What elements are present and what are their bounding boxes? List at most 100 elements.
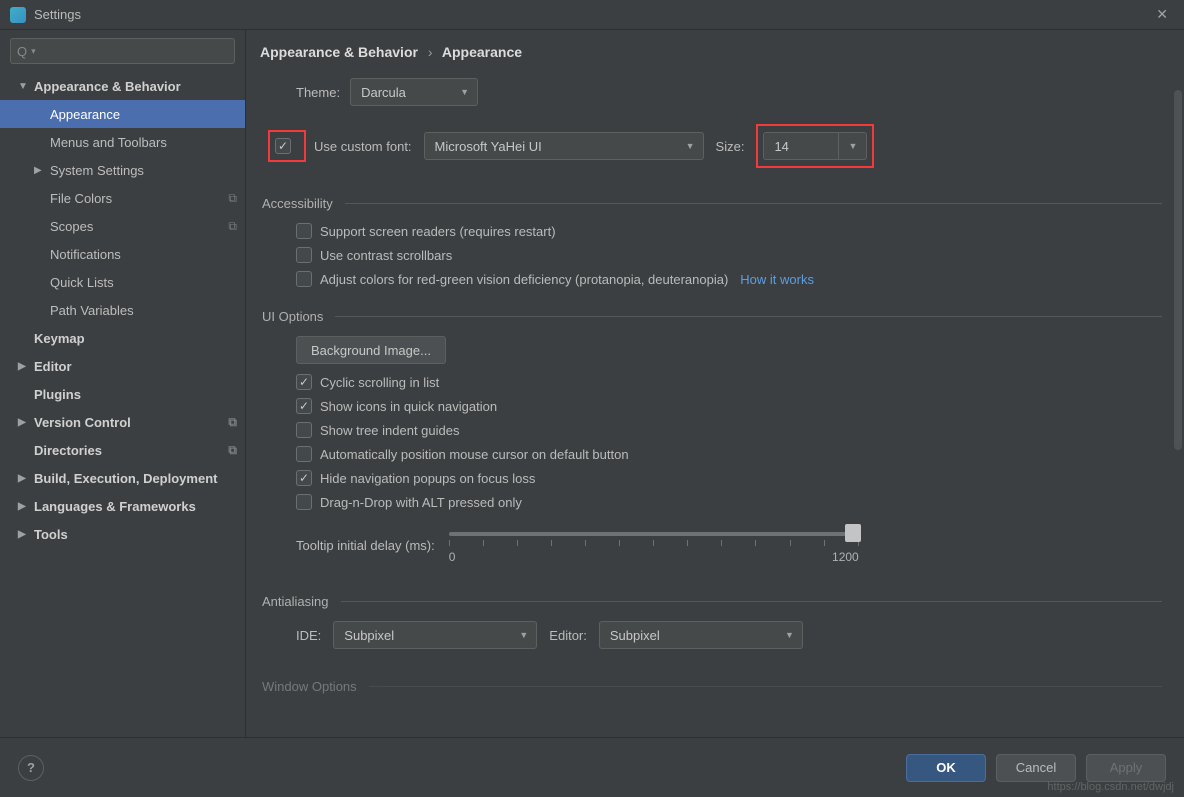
breadcrumb: Appearance & Behavior › Appearance: [246, 30, 1184, 70]
tree-indent-checkbox[interactable]: [296, 422, 312, 438]
watermark-text: https://blog.csdn.net/dwjdj: [1047, 781, 1174, 793]
chevron-down-icon: ▼: [848, 141, 857, 151]
copy-icon: ⧉: [228, 443, 237, 458]
cyclic-scrolling-label: Cyclic scrolling in list: [320, 375, 439, 390]
main-panel: Appearance & Behavior › Appearance Theme…: [246, 30, 1184, 737]
tooltip-delay-label: Tooltip initial delay (ms):: [296, 526, 435, 553]
show-icons-label: Show icons in quick navigation: [320, 399, 497, 414]
tree-menus-toolbars[interactable]: Menus and Toolbars: [0, 128, 245, 156]
highlight-box: 14 ▼: [756, 124, 874, 168]
ide-aa-label: IDE:: [296, 628, 321, 643]
cancel-button[interactable]: Cancel: [996, 754, 1076, 782]
divider: [345, 203, 1162, 204]
tree-file-colors[interactable]: File Colors ⧉: [0, 184, 245, 212]
tree-languages-frameworks[interactable]: ▶ Languages & Frameworks: [0, 492, 245, 520]
divider: [341, 601, 1163, 602]
tree-notifications[interactable]: Notifications: [0, 240, 245, 268]
editor-aa-label: Editor:: [549, 628, 587, 643]
show-icons-checkbox[interactable]: [296, 398, 312, 414]
copy-icon: ⧉: [228, 219, 237, 234]
contrast-scrollbars-label: Use contrast scrollbars: [320, 248, 452, 263]
size-label: Size:: [716, 139, 745, 154]
bottom-bar: ? OK Cancel Apply: [0, 737, 1184, 797]
ide-aa-dropdown[interactable]: Subpixel ▼: [333, 621, 537, 649]
font-size-input[interactable]: 14: [763, 132, 839, 160]
screen-readers-label: Support screen readers (requires restart…: [320, 224, 556, 239]
color-deficiency-checkbox[interactable]: [296, 271, 312, 287]
tree-keymap[interactable]: Keymap: [0, 324, 245, 352]
slider-max: 1200: [832, 550, 859, 564]
search-input[interactable]: Q ▾: [10, 38, 235, 64]
hide-nav-label: Hide navigation popups on focus loss: [320, 471, 535, 486]
chevron-right-icon: ▶: [34, 165, 46, 176]
color-deficiency-label: Adjust colors for red-green vision defic…: [320, 272, 728, 287]
search-caret-icon: ▾: [31, 46, 36, 57]
font-dropdown[interactable]: Microsoft YaHei UI ▼: [424, 132, 704, 160]
chevron-down-icon: ▼: [460, 87, 469, 97]
use-custom-font-checkbox[interactable]: [275, 138, 291, 154]
chevron-down-icon: ▼: [686, 141, 695, 151]
chevron-right-icon: ▶: [18, 361, 30, 372]
cyclic-scrolling-checkbox[interactable]: [296, 374, 312, 390]
antialiasing-title: Antialiasing: [262, 594, 329, 609]
background-image-button[interactable]: Background Image...: [296, 336, 446, 364]
theme-label: Theme:: [296, 85, 340, 100]
use-custom-font-label: Use custom font:: [314, 139, 412, 154]
highlight-box: [268, 130, 306, 162]
screen-readers-checkbox[interactable]: [296, 223, 312, 239]
divider: [369, 686, 1162, 687]
how-it-works-link[interactable]: How it works: [740, 272, 814, 287]
tree-quick-lists[interactable]: Quick Lists: [0, 268, 245, 296]
tree-scopes[interactable]: Scopes ⧉: [0, 212, 245, 240]
copy-icon: ⧉: [228, 191, 237, 206]
auto-mouse-checkbox[interactable]: [296, 446, 312, 462]
accessibility-title: Accessibility: [262, 196, 333, 211]
tree-path-variables[interactable]: Path Variables: [0, 296, 245, 324]
apply-button[interactable]: Apply: [1086, 754, 1166, 782]
breadcrumb-root: Appearance & Behavior: [260, 44, 418, 60]
tree-appearance[interactable]: Appearance: [0, 100, 245, 128]
theme-dropdown[interactable]: Darcula ▼: [350, 78, 478, 106]
contrast-scrollbars-checkbox[interactable]: [296, 247, 312, 263]
tree-indent-label: Show tree indent guides: [320, 423, 459, 438]
auto-mouse-label: Automatically position mouse cursor on d…: [320, 447, 629, 462]
sidebar: Q ▾ ▼ Appearance & Behavior Appearance M…: [0, 30, 246, 737]
breadcrumb-sep-icon: ›: [428, 44, 433, 60]
tree-plugins[interactable]: Plugins: [0, 380, 245, 408]
font-size-dropdown-button[interactable]: ▼: [839, 132, 867, 160]
chevron-right-icon: ▶: [18, 417, 30, 428]
window-title: Settings: [34, 7, 1150, 22]
search-icon: Q: [17, 44, 27, 59]
chevron-right-icon: ▶: [18, 529, 30, 540]
titlebar: Settings ✕: [0, 0, 1184, 30]
close-icon[interactable]: ✕: [1150, 4, 1174, 25]
settings-tree: ▼ Appearance & Behavior Appearance Menus…: [0, 72, 245, 737]
window-options-title: Window Options: [262, 679, 357, 694]
hide-nav-checkbox[interactable]: [296, 470, 312, 486]
breadcrumb-leaf: Appearance: [442, 44, 522, 60]
tree-build-execution[interactable]: ▶ Build, Execution, Deployment: [0, 464, 245, 492]
tree-editor[interactable]: ▶ Editor: [0, 352, 245, 380]
editor-aa-dropdown[interactable]: Subpixel ▼: [599, 621, 803, 649]
tree-system-settings[interactable]: ▶ System Settings: [0, 156, 245, 184]
chevron-down-icon: ▼: [18, 81, 30, 92]
copy-icon: ⧉: [228, 415, 237, 430]
slider-thumb[interactable]: [845, 524, 861, 542]
chevron-down-icon: ▼: [519, 630, 528, 640]
tree-tools[interactable]: ▶ Tools: [0, 520, 245, 548]
divider: [335, 316, 1162, 317]
chevron-right-icon: ▶: [18, 473, 30, 484]
app-icon: [10, 7, 26, 23]
help-button[interactable]: ?: [18, 755, 44, 781]
drag-alt-checkbox[interactable]: [296, 494, 312, 510]
chevron-down-icon: ▼: [785, 630, 794, 640]
tooltip-delay-slider[interactable]: 0 1200: [449, 526, 859, 564]
tree-appearance-behavior[interactable]: ▼ Appearance & Behavior: [0, 72, 245, 100]
scrollbar[interactable]: [1174, 90, 1182, 450]
ok-button[interactable]: OK: [906, 754, 986, 782]
drag-alt-label: Drag-n-Drop with ALT pressed only: [320, 495, 522, 510]
ui-options-title: UI Options: [262, 309, 323, 324]
slider-min: 0: [449, 550, 456, 564]
tree-directories[interactable]: Directories ⧉: [0, 436, 245, 464]
tree-version-control[interactable]: ▶ Version Control ⧉: [0, 408, 245, 436]
